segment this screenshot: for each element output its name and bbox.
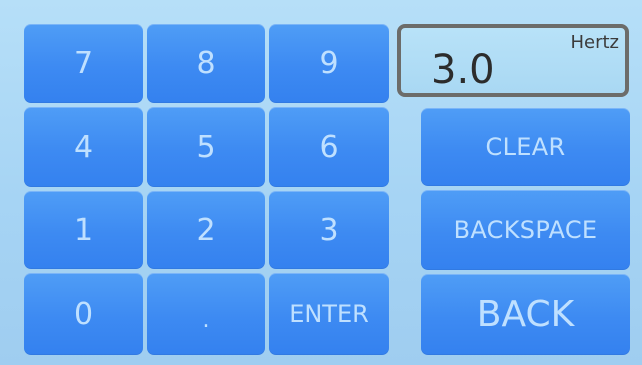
key-6[interactable]: 6 bbox=[269, 107, 389, 187]
key-1[interactable]: 1 bbox=[24, 191, 143, 269]
key-0[interactable]: 0 bbox=[24, 273, 143, 355]
key-4[interactable]: 4 bbox=[24, 107, 143, 187]
key-8[interactable]: 8 bbox=[147, 24, 265, 103]
key-decimal[interactable]: . bbox=[147, 273, 265, 355]
key-7[interactable]: 7 bbox=[24, 24, 143, 103]
backspace-button[interactable]: BACKSPACE bbox=[421, 190, 630, 270]
display-unit-label: Hertz bbox=[570, 32, 619, 53]
clear-button[interactable]: CLEAR bbox=[421, 108, 630, 186]
enter-button[interactable]: ENTER bbox=[269, 273, 389, 355]
key-9[interactable]: 9 bbox=[269, 24, 389, 103]
value-display: 3.0 Hertz bbox=[397, 24, 629, 97]
key-3[interactable]: 3 bbox=[269, 191, 389, 269]
back-button[interactable]: BACK bbox=[421, 274, 630, 355]
key-5[interactable]: 5 bbox=[147, 107, 265, 187]
key-2[interactable]: 2 bbox=[147, 191, 265, 269]
keypad-screen: 7 8 9 4 5 6 1 2 3 0 . ENTER 3.0 Hertz CL… bbox=[0, 0, 642, 365]
display-value: 3.0 bbox=[431, 47, 495, 93]
